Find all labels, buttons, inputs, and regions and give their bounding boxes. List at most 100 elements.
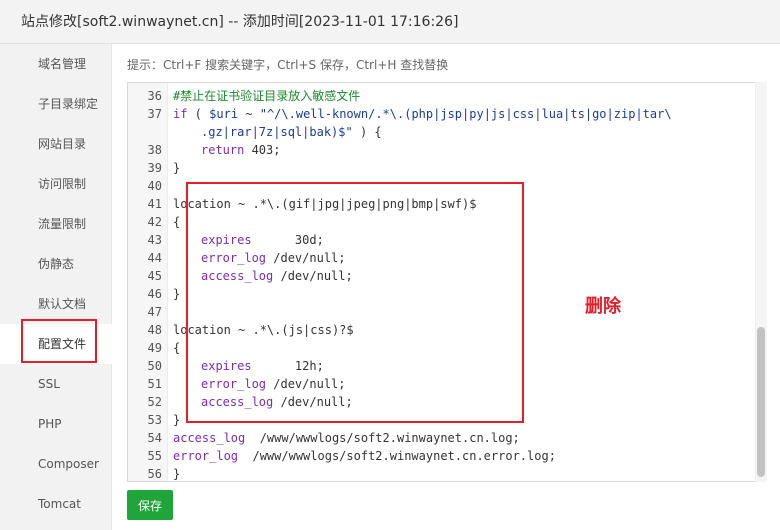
code-line[interactable]: 47 xyxy=(128,303,766,321)
save-button[interactable]: 保存 xyxy=(127,490,173,520)
code-line[interactable]: 38 return 403; xyxy=(128,141,766,159)
code-token: "^/\.well-known/.*\.(php|jsp|py|js|css|l… xyxy=(259,107,672,121)
code-line[interactable]: .gz|rar|7z|sql|bak)$" ) { xyxy=(128,123,766,141)
code-text: error_log /dev/null; xyxy=(201,249,346,267)
code-line[interactable]: 53} xyxy=(128,411,766,429)
code-token: ~ xyxy=(238,107,260,121)
code-line[interactable]: 48 location ~ .*\.(js|css)?$ xyxy=(128,321,766,339)
line-number: 53 xyxy=(147,413,162,427)
code-line[interactable]: 46} xyxy=(128,285,766,303)
code-token: location ~ .*\.(gif|jpg|jpeg|png|bmp|swf… xyxy=(173,197,477,211)
code-line[interactable]: 42 { xyxy=(128,213,766,231)
line-number: 50 xyxy=(147,359,162,373)
sidebar-item-tomcat[interactable]: Tomcat xyxy=(0,484,112,524)
code-token: /dev/null; xyxy=(273,395,353,409)
line-number: 45 xyxy=(147,269,162,283)
line-number: 39 xyxy=(147,161,162,175)
code-text: error_log /dev/null; xyxy=(201,375,346,393)
line-number: 54 xyxy=(147,431,162,445)
sidebar-item-php[interactable]: PHP xyxy=(0,404,112,444)
sidebar-item-traffic[interactable]: 流量限制 xyxy=(0,204,112,244)
code-token: 12h; xyxy=(251,359,324,373)
code-text: expires 30d; xyxy=(201,231,324,249)
code-token: .gz|rar|7z|sql|bak)$" xyxy=(201,125,353,139)
code-token: /dev/null; xyxy=(266,377,346,391)
code-text: location ~ .*\.(gif|jpg|jpeg|png|bmp|swf… xyxy=(173,195,476,213)
code-line[interactable]: 44 error_log /dev/null; xyxy=(128,249,766,267)
code-text: access_log /www/wwwlogs/soft2.winwaynet.… xyxy=(173,429,520,447)
sidebar-item-domain[interactable]: 域名管理 xyxy=(0,44,112,84)
sidebar-item-default-doc[interactable]: 默认文档 xyxy=(0,284,112,324)
sidebar-item-ssl[interactable]: SSL xyxy=(0,364,112,404)
code-text: } xyxy=(173,285,180,303)
code-line[interactable]: 54 access_log /www/wwwlogs/soft2.winwayne… xyxy=(128,429,766,447)
code-text: access_log /dev/null; xyxy=(201,267,353,285)
line-number: 42 xyxy=(147,215,162,229)
code-text: location ~ .*\.(js|css)?$ xyxy=(173,321,354,339)
code-token: /www/wwwlogs/soft2.winwaynet.cn.error.lo… xyxy=(238,449,556,463)
line-number: 40 xyxy=(147,179,162,193)
code-line[interactable]: 51 error_log /dev/null; xyxy=(128,375,766,393)
code-line[interactable]: 36 #禁止在证书验证目录放入敏感文件 xyxy=(128,87,766,105)
code-line[interactable]: 39} xyxy=(128,159,766,177)
code-line[interactable]: 43 expires 30d; xyxy=(128,231,766,249)
code-token: ) { xyxy=(352,125,382,139)
code-token: error_log xyxy=(201,377,267,391)
line-number: 47 xyxy=(147,305,162,319)
code-token: } xyxy=(173,287,181,301)
editor-scrollbar-thumb[interactable] xyxy=(757,327,765,477)
code-line[interactable]: 45 access_log /dev/null; xyxy=(128,267,766,285)
code-token: error_log xyxy=(173,449,239,463)
line-number: 36 xyxy=(147,89,162,103)
code-token: { xyxy=(173,341,181,355)
sidebar-item-composer[interactable]: Composer xyxy=(0,444,112,484)
code-token: { xyxy=(173,215,181,229)
code-text: } xyxy=(173,465,181,481)
code-text: access_log /dev/null; xyxy=(201,393,353,411)
shortcut-hint: 提示：Ctrl+F 搜索关键字，Ctrl+S 保存，Ctrl+H 查找替换 xyxy=(127,58,449,72)
code-text: expires 12h; xyxy=(201,357,324,375)
code-line[interactable]: 37 if ( $uri ~ "^/\.well-known/.*\.(php|j… xyxy=(128,105,766,123)
code-token: if xyxy=(173,107,188,121)
code-token: /dev/null; xyxy=(273,269,353,283)
code-token: $uri xyxy=(209,107,239,121)
line-number: 51 xyxy=(147,377,162,391)
code-token: 30d; xyxy=(251,233,324,247)
code-line[interactable]: 50 expires 12h; xyxy=(128,357,766,375)
line-number: 44 xyxy=(147,251,162,265)
code-line[interactable]: 41 location ~ .*\.(gif|jpg|jpeg|png|bmp|s… xyxy=(128,195,766,213)
code-token: ( xyxy=(187,107,210,121)
sidebar-item-rewrite[interactable]: 伪静态 xyxy=(0,244,112,284)
code-token: } xyxy=(173,467,181,481)
line-number: 48 xyxy=(147,323,162,337)
config-code-editor[interactable]: 36 #禁止在证书验证目录放入敏感文件 37 if ( $uri ~ "^/\.wel… xyxy=(127,82,767,482)
code-token: /dev/null; xyxy=(266,251,346,265)
code-token: access_log xyxy=(201,395,274,409)
code-line[interactable]: 55 error_log /www/wwwlogs/soft2.winwaynet… xyxy=(128,447,766,465)
delete-annotation: 删除 xyxy=(585,296,621,317)
code-token: } xyxy=(173,161,181,175)
line-number: 49 xyxy=(147,341,162,355)
sidebar-item-subdir[interactable]: 子目录绑定 xyxy=(0,84,112,124)
line-number: 37 xyxy=(147,107,162,121)
sidebar-item-config-file[interactable]: 配置文件 xyxy=(0,324,112,364)
code-text: { xyxy=(173,339,180,357)
sidebar-item-site-dir[interactable]: 网站目录 xyxy=(0,124,112,164)
line-number: 55 xyxy=(147,449,162,463)
line-number: 43 xyxy=(147,233,162,247)
code-line[interactable]: 40 xyxy=(128,177,766,195)
code-text: if ( $uri ~ "^/\.well-known/.*\.(php|jsp… xyxy=(173,105,672,123)
code-token: 403; xyxy=(244,143,281,157)
code-line[interactable]: 49 { xyxy=(128,339,766,357)
code-text: #禁止在证书验证目录放入敏感文件 xyxy=(173,87,360,105)
code-token: access_log xyxy=(201,269,274,283)
line-number: 56 xyxy=(147,467,162,481)
code-token: return xyxy=(201,143,245,157)
code-line[interactable]: 56} xyxy=(128,465,766,481)
sidebar: 域名管理 子目录绑定 网站目录 访问限制 流量限制 伪静态 默认文档 配置文件 … xyxy=(0,44,112,530)
window-title: 站点修改[soft2.winwaynet.cn] -- 添加时间[2023-11… xyxy=(0,0,780,44)
sidebar-item-access[interactable]: 访问限制 xyxy=(0,164,112,204)
code-token: access_log xyxy=(173,431,246,445)
code-token: expires xyxy=(201,359,252,373)
code-line[interactable]: 52 access_log /dev/null; xyxy=(128,393,766,411)
